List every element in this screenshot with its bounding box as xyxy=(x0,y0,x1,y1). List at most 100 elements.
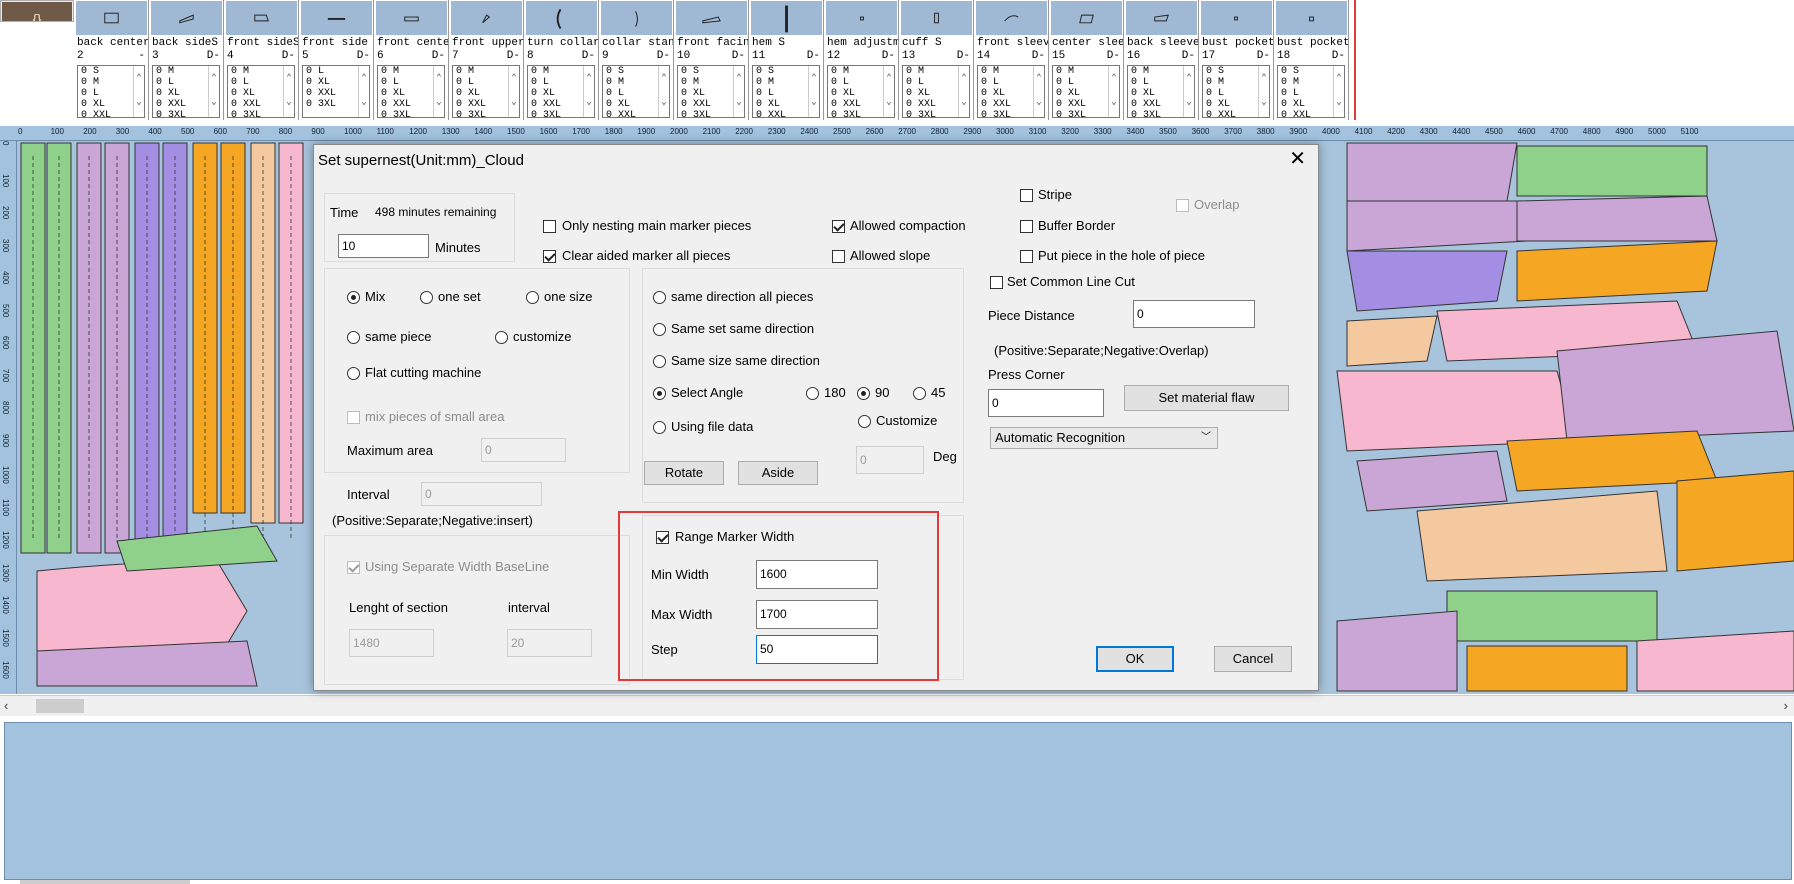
scroll-left-icon[interactable]: ‹ xyxy=(4,698,8,713)
piece-size-list[interactable]: 0 S0 M0 L0 XL 0 XXL ⌃ ⌄ xyxy=(602,65,670,118)
piece-size-list[interactable]: 0 M0 L0 XL 0 XXL 0 3XL ⌃ ⌄ xyxy=(452,65,520,118)
piece-tile[interactable]: bust pocket 17 D- 0 S0 M0 L0 XL 0 XXL ⌃ ⌄ xyxy=(1200,0,1274,120)
buffer-border-checkbox[interactable] xyxy=(1020,220,1033,233)
size-list-scroll-icon[interactable]: ⌃ ⌄ xyxy=(508,66,519,117)
piece-tile[interactable]: hem adjustme 12 D- 0 M0 L0 XL 0 XXL 0 3XL ⌃ ⌄ xyxy=(825,0,899,120)
mode-one-set-radio[interactable] xyxy=(420,291,433,304)
piece-tile[interactable]: cuff S 13 D- 0 M0 L0 XL 0 XXL 0 3XL ⌃ ⌄ xyxy=(900,0,974,120)
size-list-scroll-icon[interactable]: ⌃ ⌄ xyxy=(883,66,894,117)
piece-size-list[interactable]: 0 S0 M0 L0 XL 0 XXL ⌃ ⌄ xyxy=(752,65,820,118)
size-list-scroll-icon[interactable]: ⌃ ⌄ xyxy=(433,66,444,117)
set-material-flaw-button[interactable]: Set material flaw xyxy=(1124,385,1289,411)
piece-tile[interactable]: front center 6 D- 0 M0 L0 XL 0 XXL 0 3XL ⌃ ⌄ xyxy=(375,0,449,120)
recognition-select[interactable]: Automatic Recognition ﹀ xyxy=(990,427,1218,449)
size-list-scroll-icon[interactable]: ⌃ ⌄ xyxy=(133,66,144,117)
piece-tile[interactable]: hem S 11 D- 0 S0 M0 L0 XL 0 XXL ⌃ ⌄ xyxy=(750,0,824,120)
angle-180-radio[interactable] xyxy=(806,387,819,400)
piece-thumbnail[interactable] xyxy=(976,1,1047,35)
sep-width-baseline-checkbox[interactable] xyxy=(347,561,360,574)
piece-size-list[interactable]: 0 M0 L0 XL 0 XXL 0 3XL ⌃ ⌄ xyxy=(902,65,970,118)
piece-thumbnail[interactable] xyxy=(601,1,672,35)
size-list-scroll-icon[interactable]: ⌃ ⌄ xyxy=(1333,66,1344,117)
piece-tile[interactable]: bust pocketS 18 D- 0 S0 M0 L0 XL 0 XXL ⌃ ⌄ xyxy=(1275,0,1349,120)
piece-tile[interactable]: back sideS 3 D- 0 M0 L0 XL 0 XXL 0 3XL ⌃ ⌄ xyxy=(150,0,224,120)
cancel-button[interactable]: Cancel xyxy=(1214,646,1292,672)
piece-size-list[interactable]: 0 L0 XL 0 XXL 0 3XL ⌃ ⌄ xyxy=(302,65,370,118)
piece-thumbnail[interactable] xyxy=(151,1,222,35)
ok-button[interactable]: OK xyxy=(1096,646,1174,672)
piece-size-list[interactable]: 0 M0 L0 XL 0 XXL 0 3XL ⌃ ⌄ xyxy=(227,65,295,118)
size-list-scroll-icon[interactable]: ⌃ ⌄ xyxy=(733,66,744,117)
piece-tile[interactable]: front facing 10 D- 0 S0 M0 XL 0 XXL 0 3XL ⌃ ⌄ xyxy=(675,0,749,120)
clear-aided-checkbox[interactable] xyxy=(543,250,556,263)
rotate-button[interactable]: Rotate xyxy=(644,461,724,485)
size-list-scroll-icon[interactable]: ⌃ ⌄ xyxy=(808,66,819,117)
piece-tile[interactable]: front sleeve 14 D- 0 M0 L0 XL 0 XXL 0 3XL ⌃ ⌄ xyxy=(975,0,1049,120)
deg-input[interactable]: 0 xyxy=(856,446,924,474)
size-list-scroll-icon[interactable]: ⌃ ⌄ xyxy=(1258,66,1269,117)
allowed-compaction-checkbox[interactable] xyxy=(832,220,845,233)
size-list-scroll-icon[interactable]: ⌃ ⌄ xyxy=(658,66,669,117)
piece-thumbnail[interactable] xyxy=(301,1,372,35)
dir-same-size-radio[interactable] xyxy=(653,355,666,368)
using-file-data-radio[interactable] xyxy=(653,421,666,434)
interval-input[interactable]: 0 xyxy=(421,482,542,506)
piece-thumbnail[interactable] xyxy=(826,1,897,35)
bottom-scrollbar[interactable] xyxy=(20,880,190,884)
piece-thumbnail[interactable] xyxy=(526,1,597,35)
piece-size-list[interactable]: 0 S0 M0 L0 XL 0 XXL ⌃ ⌄ xyxy=(77,65,145,118)
piece-distance-input[interactable]: 0 xyxy=(1133,300,1255,328)
mode-customize-radio[interactable] xyxy=(495,331,508,344)
piece-tile[interactable]: back centerS 2 - 0 S0 M0 L0 XL 0 XXL ⌃ ⌄ xyxy=(75,0,149,120)
piece-thumbnail[interactable] xyxy=(676,1,747,35)
common-line-cut-checkbox[interactable] xyxy=(990,276,1003,289)
piece-tile[interactable]: front side c 5 D- 0 L0 XL 0 XXL 0 3XL ⌃ ⌄ xyxy=(300,0,374,120)
piece-thumbnail[interactable] xyxy=(376,1,447,35)
select-angle-radio[interactable] xyxy=(653,387,666,400)
length-section-input[interactable]: 1480 xyxy=(349,629,434,657)
piece-thumbnail[interactable] xyxy=(226,1,297,35)
size-list-scroll-icon[interactable]: ⌃ ⌄ xyxy=(358,66,369,117)
piece-size-list[interactable]: 0 M0 L0 XL 0 XXL 0 3XL ⌃ ⌄ xyxy=(152,65,220,118)
angle-customize-radio[interactable] xyxy=(858,415,871,428)
time-minutes-input[interactable]: 10 xyxy=(338,234,429,258)
piece-thumbnail[interactable] xyxy=(76,1,147,35)
scroll-right-icon[interactable]: › xyxy=(1784,698,1788,713)
piece-tile[interactable]: center sleev 15 D- 0 M0 L0 XL 0 XXL 0 3XL ⌃ ⌄ xyxy=(1050,0,1124,120)
piece-thumbnail[interactable] xyxy=(901,1,972,35)
horizontal-scrollbar[interactable]: ‹ › xyxy=(0,695,1794,716)
mode-flat-cutting-radio[interactable] xyxy=(347,367,360,380)
size-list-scroll-icon[interactable]: ⌃ ⌄ xyxy=(283,66,294,117)
piece-tile[interactable]: turn collarS 8 D- 0 M0 L0 XL 0 XXL 0 3XL ⌃ ⌄ xyxy=(525,0,599,120)
piece-tile[interactable]: {}back upperS1-0 M0 L0 XL0 XXL0 3XL⌃⌄ xyxy=(0,0,74,22)
mode-same-piece-radio[interactable] xyxy=(347,331,360,344)
scroll-thumb[interactable] xyxy=(36,699,84,713)
piece-size-list[interactable]: 0 M0 L0 XL 0 XXL 0 3XL ⌃ ⌄ xyxy=(977,65,1045,118)
overlap-checkbox[interactable] xyxy=(1176,199,1189,212)
mode-one-size-radio[interactable] xyxy=(526,291,539,304)
mode-mix-radio[interactable] xyxy=(347,291,360,304)
piece-tile[interactable]: back sleeveS 16 D- 0 M0 L0 XL 0 XXL 0 3XL ⌃ ⌄ xyxy=(1125,0,1199,120)
dir-same-set-radio[interactable] xyxy=(653,323,666,336)
angle-45-radio[interactable] xyxy=(913,387,926,400)
piece-size-list[interactable]: 0 M0 L0 XL 0 XXL 0 3XL ⌃ ⌄ xyxy=(827,65,895,118)
mix-small-area-checkbox[interactable] xyxy=(347,411,360,424)
size-list-scroll-icon[interactable]: ⌃ ⌄ xyxy=(208,66,219,117)
piece-size-list[interactable]: 0 S0 M0 L0 XL 0 XXL ⌃ ⌄ xyxy=(1202,65,1270,118)
piece-size-list[interactable]: 0 M0 L0 XL 0 XXL 0 3XL ⌃ ⌄ xyxy=(1052,65,1120,118)
piece-thumbnail[interactable] xyxy=(1201,1,1272,35)
only-nesting-checkbox[interactable] xyxy=(543,220,556,233)
piece-tile[interactable]: front upperS 7 D- 0 M0 L0 XL 0 XXL 0 3XL ⌃ ⌄ xyxy=(450,0,524,120)
close-icon[interactable]: ✕ xyxy=(1289,147,1306,171)
allowed-slope-checkbox[interactable] xyxy=(832,250,845,263)
stripe-checkbox[interactable] xyxy=(1020,189,1033,202)
piece-size-list[interactable]: 0 M0 L0 XL 0 XXL 0 3XL ⌃ ⌄ xyxy=(527,65,595,118)
size-list-scroll-icon[interactable]: ⌃ ⌄ xyxy=(1033,66,1044,117)
piece-tile[interactable]: front sideS 4 D- 0 M0 L0 XL 0 XXL 0 3XL ⌃ ⌄ xyxy=(225,0,299,120)
piece-size-list[interactable]: 0 S0 M0 XL 0 XXL 0 3XL ⌃ ⌄ xyxy=(677,65,745,118)
dir-same-all-radio[interactable] xyxy=(653,291,666,304)
angle-90-radio[interactable] xyxy=(857,387,870,400)
piece-thumbnail[interactable] xyxy=(1051,1,1122,35)
size-list-scroll-icon[interactable]: ⌃ ⌄ xyxy=(958,66,969,117)
piece-thumbnail[interactable] xyxy=(1276,1,1347,35)
